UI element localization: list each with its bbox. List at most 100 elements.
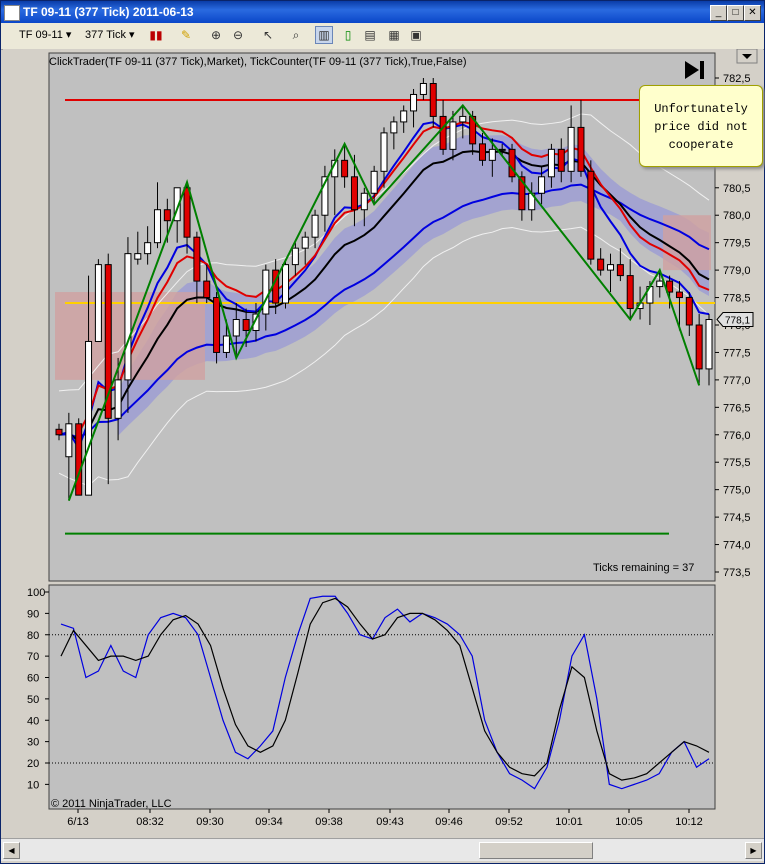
candle-body bbox=[341, 159, 349, 178]
candle-body bbox=[607, 264, 615, 271]
candle-body bbox=[478, 143, 486, 161]
layout-icon[interactable]: ▣ bbox=[407, 26, 425, 44]
x-tick-label: 09:38 bbox=[315, 816, 343, 828]
scroll-left-icon[interactable]: ◀ bbox=[3, 842, 20, 859]
last-price-label: 778,1 bbox=[725, 316, 750, 327]
candle-body bbox=[262, 269, 270, 315]
callout-line-2: price did not bbox=[654, 120, 748, 134]
candle-body bbox=[557, 148, 565, 172]
candle-icon[interactable]: ▯ bbox=[339, 26, 357, 44]
title-bar[interactable]: TF 09-11 (377 Tick) 2011-06-13 _ □ ✕ bbox=[1, 1, 764, 23]
price-tick-label: 780,0 bbox=[723, 210, 751, 222]
minimize-button[interactable]: _ bbox=[710, 5, 727, 21]
ticks-remaining: Ticks remaining = 37 bbox=[593, 562, 694, 574]
cursor-icon[interactable]: ↖ bbox=[259, 26, 277, 44]
horizontal-scrollbar[interactable]: ◀ ▶ bbox=[1, 838, 764, 861]
scroll-down-button[interactable] bbox=[736, 48, 758, 64]
x-tick-label: 09:30 bbox=[196, 816, 224, 828]
annotation-callout: Unfortunately price did not cooperate bbox=[639, 85, 763, 167]
pencil-icon[interactable]: ✎ bbox=[177, 26, 195, 44]
candle-body bbox=[547, 148, 555, 178]
candle-body bbox=[222, 335, 230, 353]
candle-body bbox=[242, 319, 250, 331]
instrument-label: TF 09-11 bbox=[19, 29, 63, 41]
osc-tick-label: 70 bbox=[27, 651, 39, 663]
interval-dropdown[interactable]: 377 Tick ▾ bbox=[81, 27, 139, 43]
x-tick-label: 09:43 bbox=[376, 816, 404, 828]
x-tick-label: 6/13 bbox=[67, 816, 88, 828]
properties-icon[interactable]: ▦ bbox=[385, 26, 403, 44]
scrollbar-thumb[interactable] bbox=[479, 842, 593, 859]
data-box-icon[interactable]: ▤ bbox=[361, 26, 379, 44]
close-button[interactable]: ✕ bbox=[744, 5, 761, 21]
zoom-out-icon[interactable]: ⊖ bbox=[229, 26, 247, 44]
price-tick-label: 774,5 bbox=[723, 512, 751, 524]
x-tick-label: 09:46 bbox=[435, 816, 463, 828]
candle-body bbox=[114, 379, 122, 419]
candle-body bbox=[538, 176, 546, 194]
candle-body bbox=[695, 324, 703, 370]
price-tick-label: 773,5 bbox=[723, 567, 751, 579]
oscillator-panel[interactable] bbox=[48, 584, 716, 810]
bar-style-icon[interactable]: ▮▮ bbox=[147, 26, 165, 44]
candle-body bbox=[370, 170, 378, 194]
candle-body bbox=[134, 253, 142, 260]
osc-tick-label: 40 bbox=[27, 715, 39, 727]
osc-tick-label: 100 bbox=[27, 587, 45, 599]
chart-area[interactable]: 782,5782,0781,5781,0780,5780,0779,5779,0… bbox=[3, 48, 763, 837]
candle-body bbox=[498, 148, 506, 151]
chart-header: ClickTrader(TF 09-11 (377 Tick),Market),… bbox=[49, 56, 467, 68]
candle-body bbox=[183, 187, 191, 238]
candle-body bbox=[85, 340, 93, 496]
candle-body bbox=[75, 423, 83, 496]
x-tick-label: 09:34 bbox=[255, 816, 283, 828]
price-tick-label: 775,0 bbox=[723, 485, 751, 497]
candle-body bbox=[656, 280, 664, 288]
candle-body bbox=[587, 170, 595, 260]
chart-window: TF 09-11 (377 Tick) 2011-06-13 _ □ ✕ TF … bbox=[0, 0, 765, 864]
zoom-in-icon[interactable]: ⊕ bbox=[207, 26, 225, 44]
price-tick-label: 776,5 bbox=[723, 402, 751, 414]
candle-body bbox=[685, 297, 693, 326]
maximize-button[interactable]: □ bbox=[727, 5, 744, 21]
candle-body bbox=[616, 264, 624, 277]
chevron-down-icon: ▾ bbox=[129, 29, 135, 41]
candle-body bbox=[232, 319, 240, 337]
candle-body bbox=[124, 253, 132, 381]
candle-body bbox=[577, 126, 585, 172]
candle-body bbox=[449, 121, 457, 150]
candle-body bbox=[626, 275, 634, 310]
pink-cloud-right bbox=[663, 215, 711, 271]
magnifier-icon[interactable]: ⌕ bbox=[287, 26, 305, 44]
candle-body bbox=[163, 209, 171, 222]
candle-body bbox=[282, 264, 290, 304]
last-price-marker: 778,1 bbox=[716, 312, 754, 328]
candle-body bbox=[439, 115, 447, 150]
candle-body bbox=[419, 82, 427, 95]
callout-line-3: cooperate bbox=[668, 138, 734, 152]
chart-svg[interactable]: 782,5782,0781,5781,0780,5780,0779,5779,0… bbox=[3, 48, 763, 837]
candle-body bbox=[675, 291, 683, 299]
price-tick-label: 782,5 bbox=[723, 73, 751, 85]
interval-label: 377 Tick bbox=[85, 29, 126, 41]
candle-body bbox=[65, 423, 73, 458]
x-tick-label: 09:52 bbox=[495, 816, 523, 828]
osc-tick-label: 30 bbox=[27, 737, 39, 749]
candle-body bbox=[311, 214, 319, 238]
chart-style-icon[interactable]: ▥ bbox=[315, 26, 333, 44]
candle-body bbox=[193, 236, 201, 282]
price-tick-label: 778,5 bbox=[723, 293, 751, 305]
x-tick-label: 10:05 bbox=[615, 816, 643, 828]
price-tick-label: 779,0 bbox=[723, 265, 751, 277]
price-tick-label: 780,5 bbox=[723, 183, 751, 195]
osc-tick-label: 10 bbox=[27, 779, 39, 791]
candle-body bbox=[94, 264, 102, 342]
candle-body bbox=[144, 242, 152, 255]
toolbar: TF 09-11 ▾ 377 Tick ▾ ▮▮ ✎ ⊕ ⊖ ↖ ⌕ ▥ ▯ ▤… bbox=[1, 23, 764, 50]
scroll-right-icon[interactable]: ▶ bbox=[745, 842, 762, 859]
candle-body bbox=[488, 148, 496, 161]
instrument-dropdown[interactable]: TF 09-11 ▾ bbox=[15, 27, 75, 43]
candle-body bbox=[380, 132, 388, 172]
candle-body bbox=[213, 297, 221, 353]
price-tick-label: 777,0 bbox=[723, 375, 751, 387]
